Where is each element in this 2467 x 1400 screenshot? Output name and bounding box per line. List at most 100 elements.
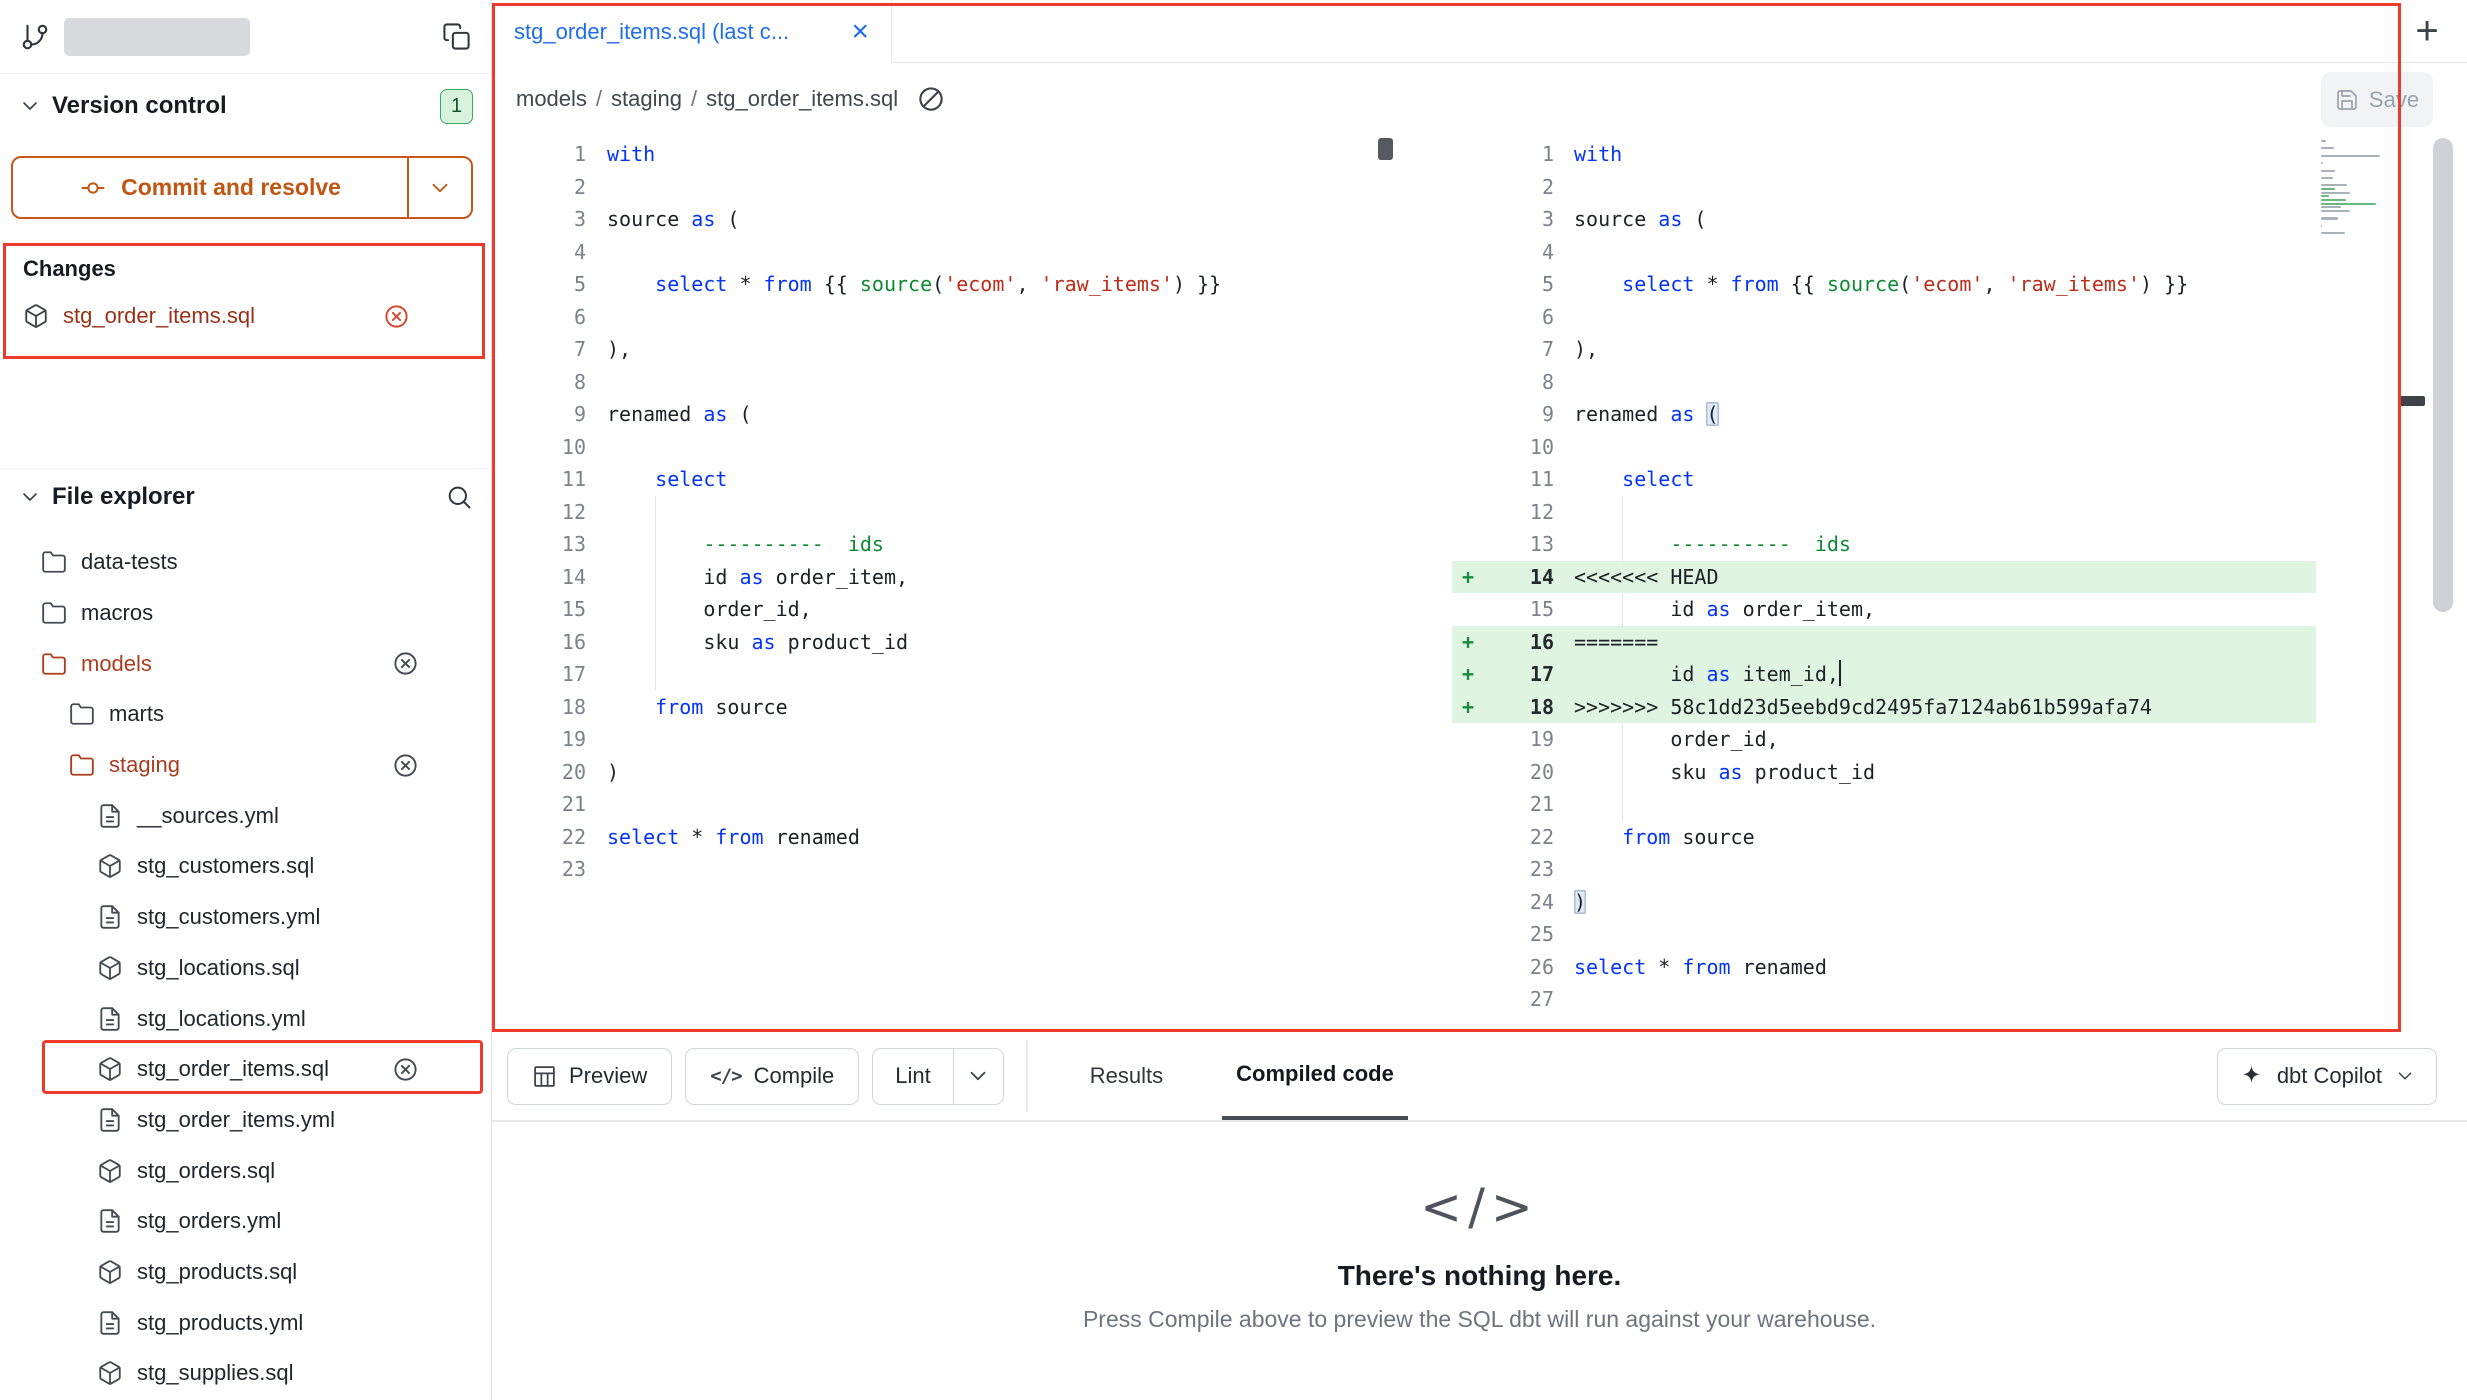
left-pane-scrollbar-thumb[interactable] (1378, 138, 1393, 160)
commit-and-resolve-button[interactable]: Commit and resolve (11, 156, 473, 219)
file-item-staging[interactable]: staging (0, 740, 491, 791)
change-item-name: stg_order_items.sql (63, 303, 255, 329)
breadcrumb-row: models/staging/stg_order_items.sql Save (492, 63, 2467, 134)
breadcrumb-segment[interactable]: models (516, 86, 587, 112)
chevron-down-icon (427, 175, 453, 201)
file-item-stg_supplies.sql[interactable]: stg_supplies.sql (0, 1348, 491, 1399)
line-text: ), (1574, 333, 2316, 366)
diff-added-marker (1452, 853, 1492, 886)
line-text (1574, 496, 2316, 529)
code-line: 2 (492, 171, 1382, 204)
chevron-down-icon (2394, 1065, 2416, 1087)
diff-editor[interactable]: 1with23source as (45 select * from {{ so… (492, 134, 2467, 1032)
minimap-line (2321, 206, 2341, 208)
discard-changes-icon[interactable] (392, 1056, 419, 1083)
file-item-stg_products.sql[interactable]: stg_products.sql (0, 1247, 491, 1298)
tab-compiled-code[interactable]: Compiled code (1222, 1032, 1408, 1120)
diff-added-marker (1452, 723, 1492, 756)
editor-tab-stg-order-items[interactable]: stg_order_items.sql (last c... × (492, 0, 892, 63)
file-item-data-tests[interactable]: data-tests (0, 537, 491, 588)
dbt-copilot-button[interactable]: dbt Copilot (2217, 1048, 2437, 1105)
file-item-stg_locations.sql[interactable]: stg_locations.sql (0, 943, 491, 994)
minimap-line (2321, 225, 2322, 227)
code-line: 14 id as order_item, (492, 561, 1382, 594)
new-tab-button[interactable]: + (2403, 7, 2451, 55)
file-item-__sources.yml[interactable]: __sources.yml (0, 790, 491, 841)
code-line: 23 (1452, 853, 2316, 886)
discard-changes-icon[interactable] (392, 752, 419, 779)
code-line: 12 (1452, 496, 2316, 529)
file-item-stg_orders.yml[interactable]: stg_orders.yml (0, 1196, 491, 1247)
chevron-down-icon[interactable] (18, 485, 42, 509)
file-item-label: stg_locations.sql (137, 955, 300, 981)
file-tree: data-testsmacrosmodelsmartsstaging__sour… (0, 537, 491, 1399)
sidebar: Version control 1 Commit and resolve Cha… (0, 0, 492, 1400)
file-item-stg_orders.sql[interactable]: stg_orders.sql (0, 1145, 491, 1196)
chevron-down-icon (965, 1063, 991, 1089)
line-number: 20 (492, 756, 586, 789)
file-item-stg_locations.yml[interactable]: stg_locations.yml (0, 993, 491, 1044)
chevron-down-icon[interactable] (18, 94, 42, 118)
folder-icon (41, 549, 67, 575)
line-number: 8 (492, 366, 586, 399)
close-tab-icon[interactable]: × (851, 17, 869, 47)
code-line: 6 (492, 301, 1382, 334)
lineage-icon[interactable] (916, 84, 946, 114)
code-line: 10 (492, 431, 1382, 464)
pane-resize-handle[interactable] (2399, 396, 2425, 406)
line-number: 13 (1492, 528, 1554, 561)
lint-button[interactable]: Lint (873, 1049, 952, 1104)
line-text (1574, 788, 2316, 821)
file-item-stg_order_items.sql[interactable]: stg_order_items.sql (0, 1044, 491, 1095)
code-line: +18>>>>>>> 58c1dd23d5eebd9cd2495fa7124ab… (1452, 691, 2316, 724)
minimap-line (2321, 210, 2350, 212)
line-text: >>>>>>> 58c1dd23d5eebd9cd2495fa7124ab61b… (1574, 691, 2316, 724)
copy-icon[interactable] (442, 22, 471, 51)
indent-guide (655, 528, 656, 561)
file-explorer-header[interactable]: File explorer (0, 474, 491, 520)
file-item-stg_customers.yml[interactable]: stg_customers.yml (0, 892, 491, 943)
breadcrumb-segment[interactable]: stg_order_items.sql (706, 86, 898, 112)
compile-button[interactable]: </> Compile (685, 1048, 859, 1105)
indent-guide (1622, 723, 1623, 756)
file-item-models[interactable]: models (0, 638, 491, 689)
save-button[interactable]: Save (2321, 72, 2433, 127)
folder-icon (41, 600, 67, 626)
minimap[interactable] (2321, 140, 2393, 238)
diff-pane-original[interactable]: 1with23source as (45 select * from {{ so… (492, 138, 1382, 886)
change-item[interactable]: stg_order_items.sql (3, 292, 484, 340)
search-icon[interactable] (445, 483, 473, 511)
git-branch-icon (20, 22, 50, 52)
preview-button[interactable]: Preview (507, 1048, 672, 1105)
file-item-macros[interactable]: macros (0, 588, 491, 639)
discard-changes-icon[interactable] (392, 650, 419, 677)
editor-scrollbar-thumb[interactable] (2433, 138, 2453, 612)
file-item-stg_products.yml[interactable]: stg_products.yml (0, 1297, 491, 1348)
model-file-icon (97, 1158, 123, 1184)
commit-options-dropdown[interactable] (407, 158, 471, 217)
diff-added-marker (1452, 301, 1492, 334)
discard-changes-icon[interactable] (383, 303, 410, 330)
minimap-line (2321, 177, 2333, 179)
line-number: 26 (1492, 951, 1554, 984)
diff-added-marker: + (1452, 658, 1492, 691)
diff-added-marker (1452, 398, 1492, 431)
line-text: select * from renamed (1574, 951, 2316, 984)
file-item-marts[interactable]: marts (0, 689, 491, 740)
line-text (607, 366, 1382, 399)
breadcrumb-segment[interactable]: staging (611, 86, 682, 112)
tab-results[interactable]: Results (1076, 1032, 1177, 1120)
line-number: 11 (492, 463, 586, 496)
code-line: 5 select * from {{ source('ecom', 'raw_i… (1452, 268, 2316, 301)
minimap-line (2321, 217, 2338, 219)
minimap-line (2321, 170, 2335, 172)
line-text (1574, 236, 2316, 269)
version-control-header[interactable]: Version control 1 (0, 84, 491, 128)
line-number: 10 (492, 431, 586, 464)
file-item-stg_order_items.yml[interactable]: stg_order_items.yml (0, 1095, 491, 1146)
file-item-stg_customers.sql[interactable]: stg_customers.sql (0, 841, 491, 892)
line-number: 3 (1492, 203, 1554, 236)
diff-pane-modified[interactable]: 1with23source as (45 select * from {{ so… (1452, 138, 2316, 1016)
lint-options-dropdown[interactable] (953, 1049, 1003, 1104)
line-number: 1 (1492, 138, 1554, 171)
